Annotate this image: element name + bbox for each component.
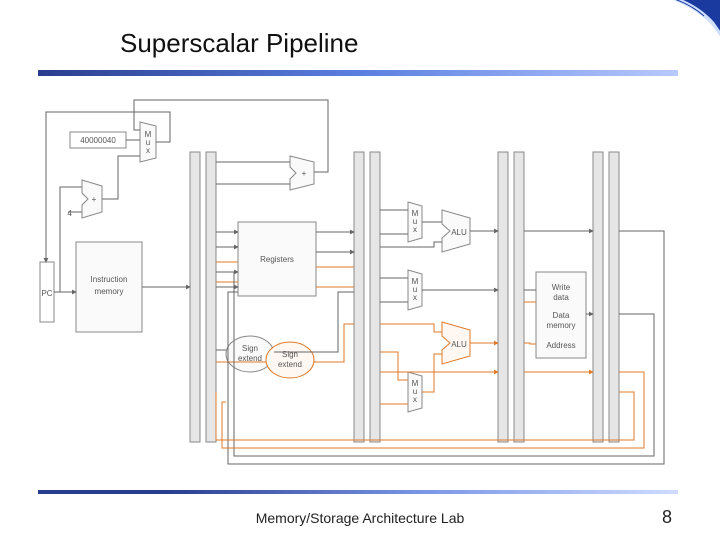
dmem-addr-label: Address bbox=[546, 341, 575, 350]
svg-text:Sign: Sign bbox=[282, 350, 298, 359]
svg-text:x: x bbox=[413, 225, 417, 234]
imem-label-1: Instruction bbox=[91, 275, 128, 284]
alu2-input-mux-b: M u x bbox=[408, 372, 422, 412]
title-underline bbox=[38, 70, 678, 76]
svg-text:x: x bbox=[413, 395, 417, 404]
dmem-write-label-2: data bbox=[553, 293, 569, 302]
slide-title: Superscalar Pipeline bbox=[120, 28, 358, 59]
alu1-input-mux: M u x bbox=[408, 202, 422, 242]
pc-plus-4-adder: + bbox=[82, 180, 102, 218]
imem-label-2: memory bbox=[95, 287, 124, 296]
page-number: 8 bbox=[662, 507, 672, 528]
regs-label: Registers bbox=[260, 255, 294, 264]
dmem-write-label: Write bbox=[552, 283, 571, 292]
footer-text: Memory/Storage Architecture Lab bbox=[0, 510, 720, 526]
pc-mux: M u x bbox=[140, 122, 156, 162]
pc-label: PC bbox=[41, 289, 52, 298]
slide-corner-decoration bbox=[656, 0, 720, 44]
svg-text:extend: extend bbox=[278, 360, 302, 369]
alu2-input-mux-a: M u x bbox=[408, 270, 422, 310]
pc-block: PC bbox=[40, 262, 54, 322]
dmem-label-1: Data bbox=[553, 311, 570, 320]
sign-extend-2: Sign extend bbox=[266, 342, 314, 378]
instruction-memory: Instruction memory bbox=[76, 242, 142, 332]
alu2: ALU bbox=[442, 322, 470, 364]
addbr-label: + bbox=[302, 169, 307, 178]
data-memory: Write data Data memory Address bbox=[536, 272, 586, 358]
svg-text:x: x bbox=[413, 293, 417, 302]
dmem-label-2: memory bbox=[547, 321, 576, 330]
constant-4: 4 bbox=[68, 209, 73, 218]
alu2-label: ALU bbox=[451, 340, 467, 349]
branch-target-constant: 40000040 bbox=[70, 132, 126, 148]
pipeline-diagram: PC Instruction memory 40000040 M u x + 4 bbox=[38, 92, 678, 472]
const-label: 40000040 bbox=[80, 136, 116, 145]
branch-adder: + bbox=[290, 156, 314, 190]
register-file: Registers bbox=[238, 222, 316, 296]
svg-text:Sign: Sign bbox=[242, 344, 258, 353]
svg-text:x: x bbox=[146, 146, 150, 155]
four-label: 4 bbox=[68, 209, 73, 218]
alu1: ALU bbox=[442, 210, 470, 252]
add4-label: + bbox=[92, 195, 97, 204]
footer-underline bbox=[38, 490, 678, 494]
alu1-label: ALU bbox=[451, 228, 467, 237]
